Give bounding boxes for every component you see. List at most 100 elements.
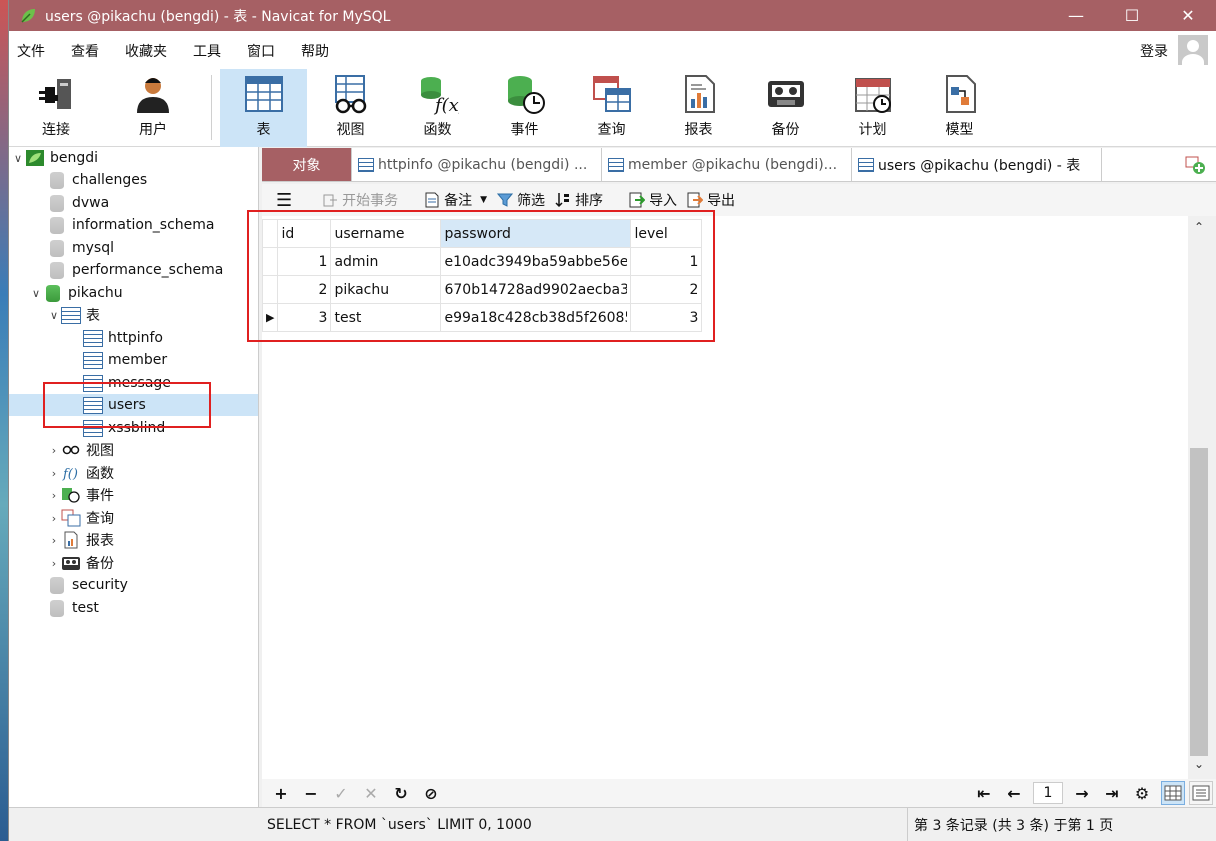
scroll-down-icon[interactable]: ⌄ bbox=[1188, 757, 1210, 777]
menu-favorites[interactable]: 收藏夹 bbox=[125, 31, 167, 61]
chevron-down-icon[interactable]: ∨ bbox=[29, 287, 43, 300]
vertical-scrollbar[interactable]: ⌃ ⌄ bbox=[1188, 216, 1210, 779]
chevron-down-icon[interactable]: ∨ bbox=[11, 152, 25, 165]
tab-objects[interactable]: 对象 bbox=[262, 148, 352, 181]
status-sql-text: SELECT * FROM `users` LIMIT 0, 1000 bbox=[267, 816, 532, 833]
stop-icon[interactable]: ⊘ bbox=[416, 784, 446, 803]
note-button[interactable]: 备注 ▼ bbox=[424, 190, 487, 210]
add-record-button[interactable]: + bbox=[266, 784, 296, 803]
sort-button[interactable]: 排序 bbox=[555, 190, 603, 210]
model-button[interactable]: 模型 bbox=[916, 69, 1003, 147]
new-tab-button[interactable] bbox=[1173, 148, 1216, 181]
filter-button[interactable]: 筛选 bbox=[497, 190, 545, 210]
table-icon bbox=[83, 329, 103, 347]
backup-button[interactable]: 备份 bbox=[742, 69, 829, 147]
tree-db-mysql[interactable]: mysql bbox=[47, 237, 114, 259]
menu-bar: 文件 查看 收藏夹 工具 窗口 帮助 登录 bbox=[9, 31, 1216, 69]
report-button[interactable]: 报表 bbox=[655, 69, 742, 147]
status-bar: SELECT * FROM `users` LIMIT 0, 1000 第 3 … bbox=[9, 807, 1216, 841]
dropdown-arrow-icon[interactable]: ▼ bbox=[480, 195, 487, 205]
table-button[interactable]: 表 bbox=[220, 69, 307, 147]
avatar[interactable] bbox=[1178, 35, 1208, 65]
toolbar-separator bbox=[211, 75, 212, 140]
tree-db-test[interactable]: test bbox=[47, 597, 99, 619]
database-icon bbox=[50, 171, 64, 189]
table-icon bbox=[858, 157, 874, 172]
login-link[interactable]: 登录 bbox=[1140, 31, 1168, 61]
tree-db-pikachu[interactable]: ∨ pikachu bbox=[29, 282, 123, 304]
database-icon bbox=[50, 576, 64, 594]
menu-view[interactable]: 查看 bbox=[71, 31, 99, 61]
tree-folder-reports[interactable]: › 报表 bbox=[47, 529, 114, 551]
event-button[interactable]: 事件 bbox=[481, 69, 568, 147]
grid-view-button[interactable] bbox=[1161, 781, 1185, 805]
close-button[interactable]: ✕ bbox=[1160, 0, 1216, 31]
transaction-icon bbox=[323, 194, 338, 207]
tree-db-security[interactable]: security bbox=[47, 574, 128, 596]
menu-tools[interactable]: 工具 bbox=[193, 31, 221, 61]
report-icon bbox=[64, 531, 78, 549]
connect-button[interactable]: 连接 bbox=[9, 69, 103, 147]
apply-changes-button[interactable]: ✓ bbox=[326, 784, 356, 803]
begin-transaction-button[interactable]: 开始事务 bbox=[322, 190, 398, 210]
query-button[interactable]: 查询 bbox=[568, 69, 655, 147]
tree-table-httpinfo[interactable]: httpinfo bbox=[83, 327, 163, 349]
tab-member[interactable]: member @pikachu (bengdi)... bbox=[602, 148, 852, 181]
tree-folder-functions[interactable]: › f() 函数 bbox=[47, 462, 114, 484]
export-button[interactable]: 导出 bbox=[687, 190, 735, 210]
gear-icon[interactable]: ⚙ bbox=[1127, 784, 1157, 803]
connection-leaf-icon bbox=[26, 150, 44, 166]
tree-folder-queries[interactable]: › 查询 bbox=[47, 507, 114, 529]
tree-folder-backups[interactable]: › 备份 bbox=[47, 552, 114, 574]
import-button[interactable]: 导入 bbox=[629, 190, 677, 210]
tree-db-dvwa[interactable]: dvwa bbox=[47, 192, 109, 214]
chevron-right-icon[interactable]: › bbox=[47, 489, 61, 502]
tree-folder-views[interactable]: › 视图 bbox=[47, 439, 114, 461]
tab-httpinfo[interactable]: httpinfo @pikachu (bengdi) ... bbox=[352, 148, 602, 181]
tab-users[interactable]: users @pikachu (bengdi) - 表 bbox=[852, 148, 1102, 181]
discard-changes-button[interactable]: ✕ bbox=[356, 784, 386, 803]
chevron-right-icon[interactable]: › bbox=[47, 534, 61, 547]
model-icon bbox=[945, 75, 976, 113]
delete-record-button[interactable]: − bbox=[296, 784, 326, 803]
table-icon bbox=[83, 351, 103, 369]
tree-db-challenges[interactable]: challenges bbox=[47, 169, 147, 191]
database-icon bbox=[50, 194, 64, 212]
function-button[interactable]: f(x) 函数 bbox=[394, 69, 481, 147]
refresh-icon[interactable]: ↻ bbox=[386, 784, 416, 803]
tree-db-information-schema[interactable]: information_schema bbox=[47, 214, 215, 236]
window-title: users @pikachu (bengdi) - 表 - Navicat fo… bbox=[45, 8, 391, 25]
tree-connection-bengdi[interactable]: ∨ bengdi bbox=[11, 147, 98, 169]
last-page-icon[interactable]: ⇥ bbox=[1097, 784, 1127, 803]
tree-folder-tables[interactable]: ∨ 表 bbox=[47, 304, 100, 326]
tree-table-member[interactable]: member bbox=[83, 349, 167, 371]
page-number-input[interactable]: 1 bbox=[1033, 782, 1063, 804]
sort-icon bbox=[555, 193, 570, 208]
report-icon bbox=[684, 75, 715, 113]
table-icon bbox=[244, 76, 283, 112]
menu-window[interactable]: 窗口 bbox=[247, 31, 275, 61]
first-page-icon[interactable]: ⇤ bbox=[969, 784, 999, 803]
next-page-icon[interactable]: → bbox=[1067, 784, 1097, 803]
view-button[interactable]: 视图 bbox=[307, 69, 394, 147]
scroll-thumb[interactable] bbox=[1190, 448, 1208, 756]
chevron-right-icon[interactable]: › bbox=[47, 512, 61, 525]
previous-page-icon[interactable]: ← bbox=[999, 784, 1029, 803]
maximize-button[interactable]: ☐ bbox=[1104, 0, 1160, 31]
menu-help[interactable]: 帮助 bbox=[301, 31, 329, 61]
plug-icon bbox=[39, 79, 71, 109]
user-button[interactable]: 用户 bbox=[103, 69, 203, 147]
chevron-right-icon[interactable]: › bbox=[47, 467, 61, 480]
tree-folder-events[interactable]: › 事件 bbox=[47, 484, 114, 506]
hamburger-menu-button[interactable]: ☰ bbox=[276, 190, 292, 211]
minimize-button[interactable]: — bbox=[1048, 0, 1104, 31]
schedule-button[interactable]: 计划 bbox=[829, 69, 916, 147]
form-view-button[interactable] bbox=[1189, 781, 1213, 805]
menu-file[interactable]: 文件 bbox=[17, 31, 45, 61]
tree-db-performance-schema[interactable]: performance_schema bbox=[47, 259, 223, 281]
scroll-up-icon[interactable]: ⌃ bbox=[1188, 220, 1210, 240]
chevron-down-icon[interactable]: ∨ bbox=[47, 309, 61, 322]
chevron-right-icon[interactable]: › bbox=[47, 557, 61, 570]
chevron-right-icon[interactable]: › bbox=[47, 444, 61, 457]
database-icon bbox=[50, 599, 64, 617]
